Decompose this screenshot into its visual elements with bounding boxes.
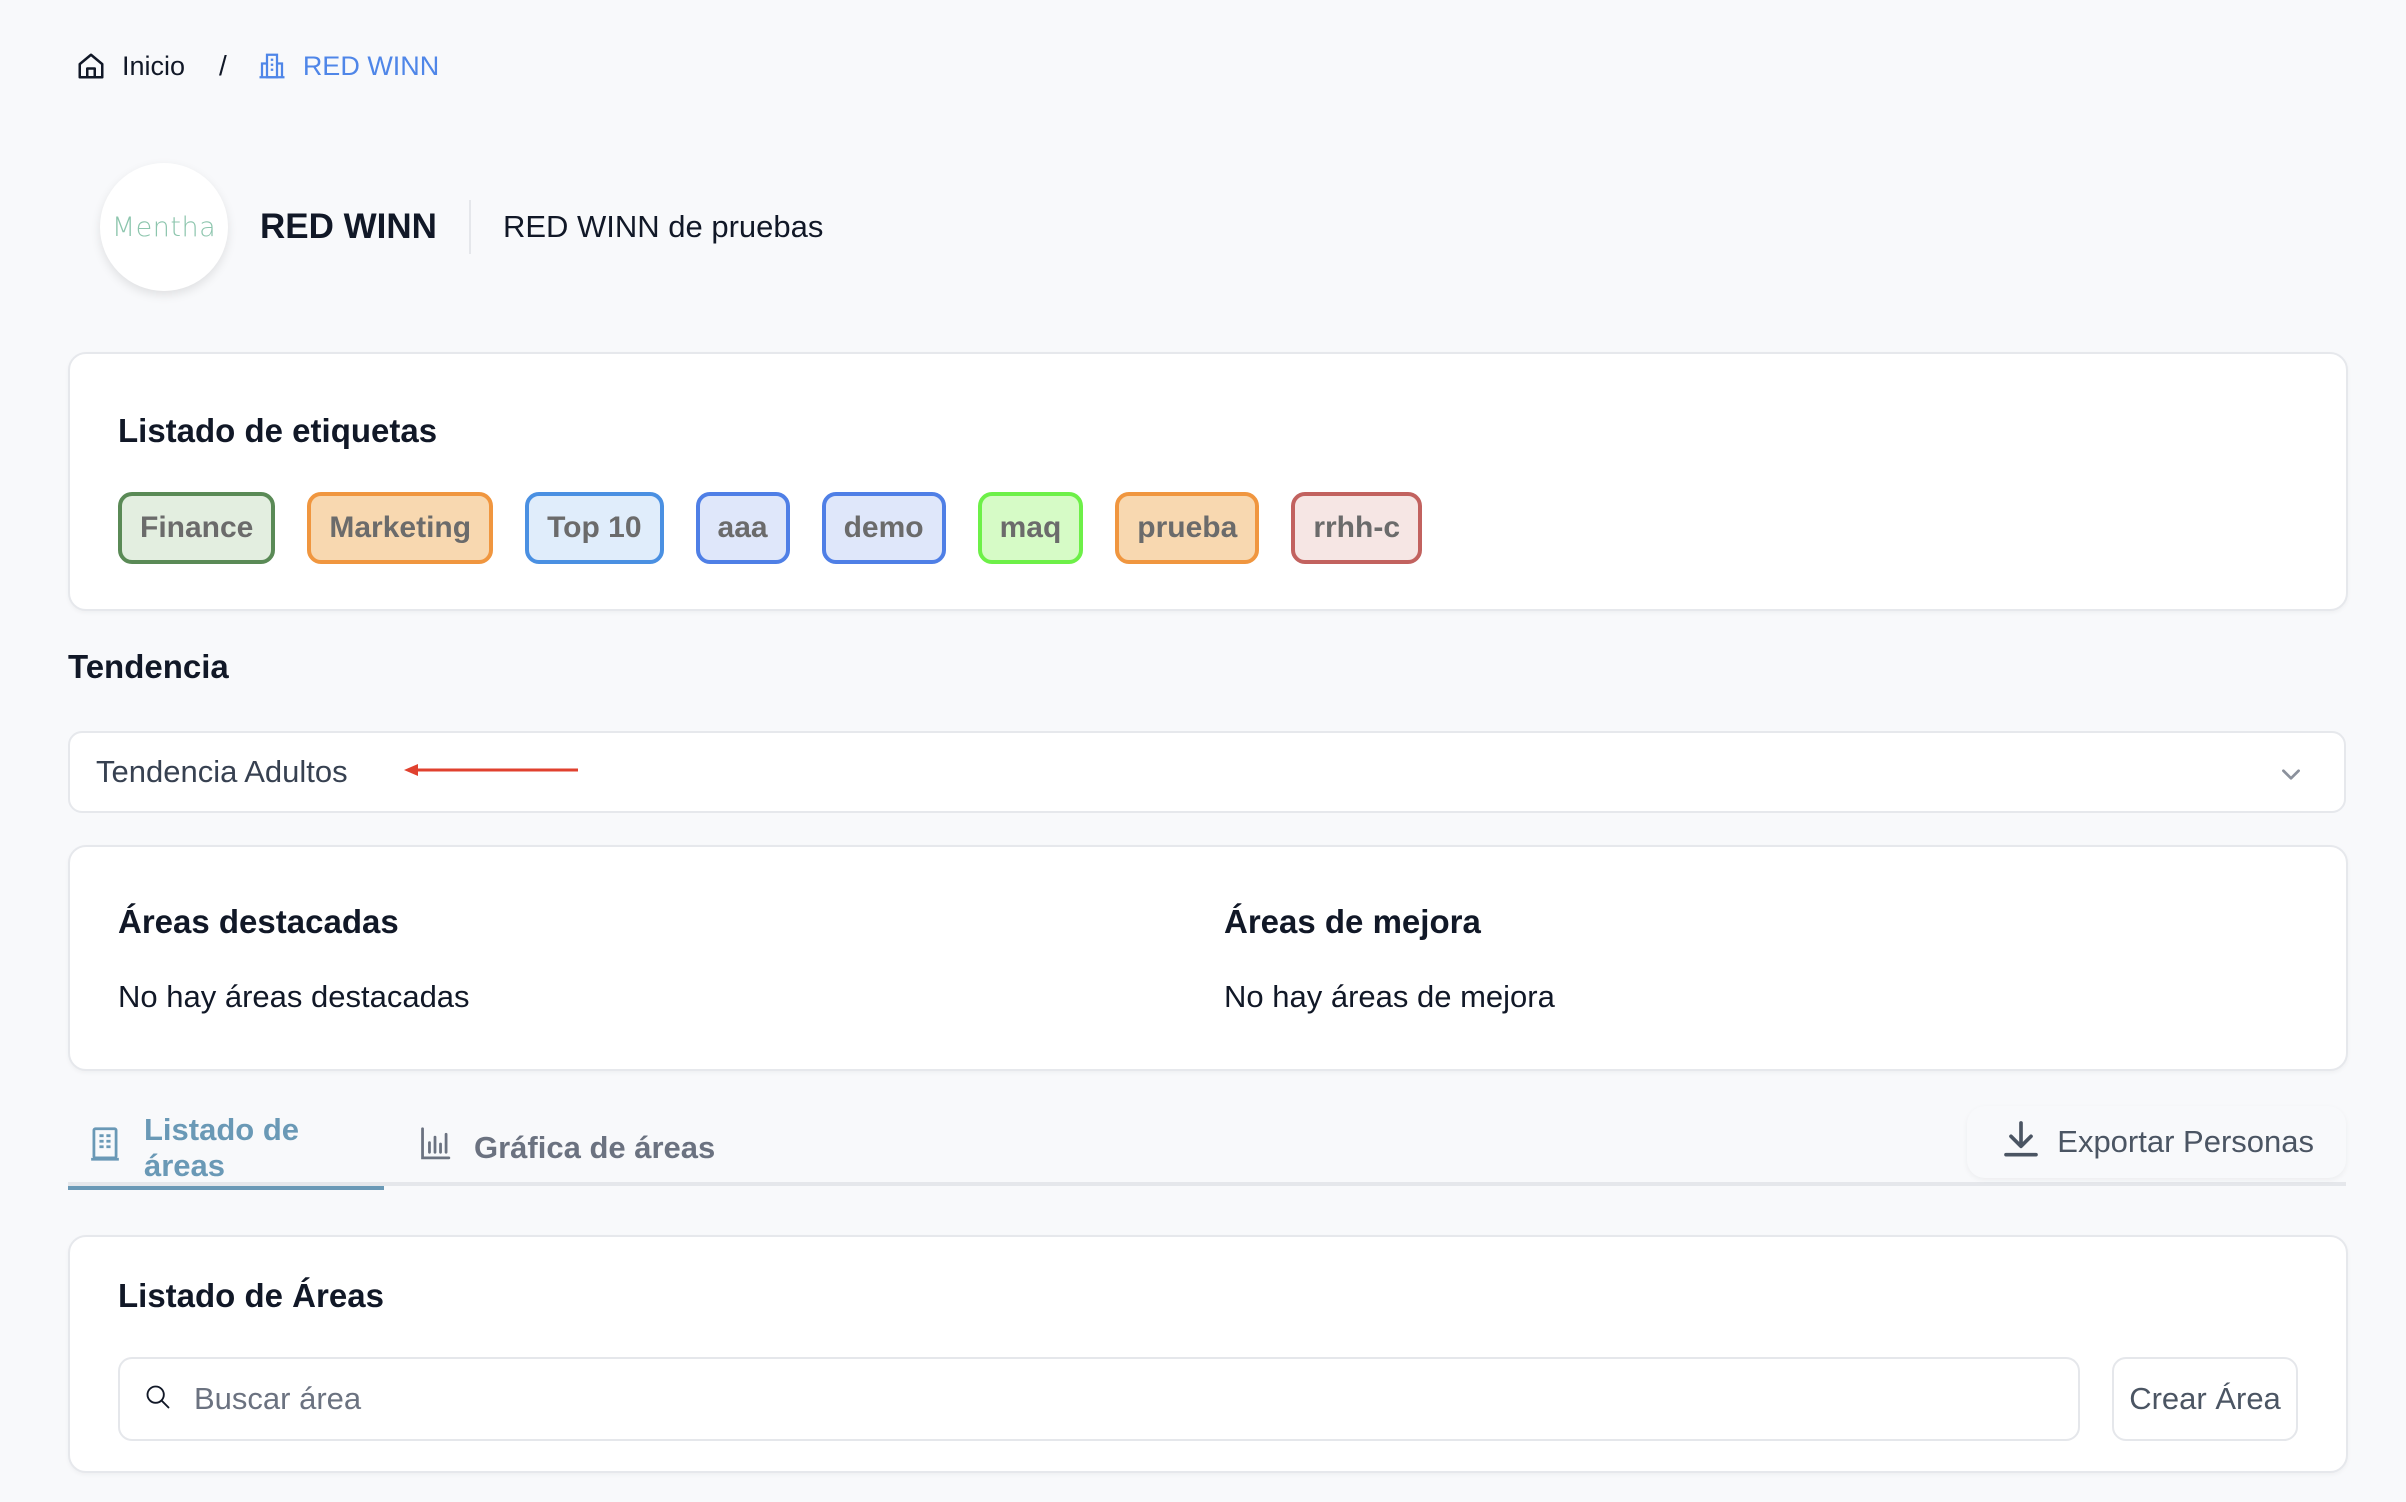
breadcrumb-current-link[interactable]: RED WINN bbox=[257, 50, 440, 82]
breadcrumb-home-link[interactable]: Inicio bbox=[76, 51, 185, 82]
tag-chip[interactable]: demo bbox=[821, 492, 946, 564]
tab-areas-chart[interactable]: Gráfica de áreas bbox=[418, 1110, 715, 1186]
annotation-arrow-icon bbox=[403, 762, 580, 783]
improvement-areas-title: Áreas de mejora bbox=[1224, 903, 1481, 940]
logo-text: Mentha bbox=[111, 211, 217, 243]
trend-heading: Tendencia bbox=[68, 648, 229, 685]
trend-select[interactable]: Tendencia Adultos bbox=[68, 731, 2346, 813]
tag-chip[interactable]: maq bbox=[977, 492, 1084, 564]
areas-list-title: Listado de Áreas bbox=[118, 1277, 384, 1314]
create-area-button[interactable]: Crear Área bbox=[2112, 1357, 2298, 1441]
breadcrumb-separator: / bbox=[219, 50, 227, 81]
export-people-button[interactable]: Exportar Personas bbox=[1967, 1106, 2346, 1178]
tag-chip[interactable]: Marketing bbox=[307, 492, 494, 564]
area-search bbox=[118, 1357, 2080, 1441]
tags-card-title: Listado de etiquetas bbox=[118, 412, 438, 449]
export-people-label: Exportar Personas bbox=[2057, 1124, 2314, 1159]
areas-summary-card: Áreas destacadas No hay áreas destacadas… bbox=[68, 845, 2348, 1071]
tags-list: Finance Marketing Top 10 aaa demo maq prueba rr… bbox=[118, 492, 1423, 564]
breadcrumb-current-label: RED WINN bbox=[302, 50, 440, 81]
area-search-input[interactable] bbox=[194, 1381, 1994, 1417]
tag-chip[interactable]: Top 10 bbox=[525, 492, 664, 564]
highlighted-areas-title: Áreas destacadas bbox=[118, 903, 399, 940]
breadcrumb: Inicio / RED WINN bbox=[76, 46, 439, 86]
highlighted-areas: Áreas destacadas No hay áreas destacadas bbox=[118, 903, 470, 1015]
tag-chip[interactable]: aaa bbox=[695, 492, 790, 564]
download-icon bbox=[2001, 1118, 2041, 1166]
improvement-areas-empty: No hay áreas de mejora bbox=[1224, 979, 1555, 1014]
areas-list-card: Listado de Áreas Crear Área bbox=[68, 1235, 2348, 1473]
tag-chip[interactable]: rrhh-c bbox=[1291, 492, 1423, 564]
organization-name: RED WINN bbox=[260, 207, 437, 246]
organization-header: Mentha RED WINN RED WINN de pruebas bbox=[100, 163, 823, 291]
breadcrumb-home-label: Inicio bbox=[122, 50, 186, 81]
header-divider bbox=[468, 200, 471, 254]
avatar: Mentha bbox=[100, 163, 228, 291]
trend-select-value: Tendencia Adultos bbox=[96, 754, 348, 789]
tags-card: Listado de etiquetas Finance Marketing Top… bbox=[68, 352, 2348, 611]
building-list-icon bbox=[88, 1126, 122, 1170]
tab-areas-chart-label: Gráfica de áreas bbox=[474, 1130, 716, 1165]
organization-description: RED WINN de pruebas bbox=[502, 209, 824, 244]
improvement-areas: Áreas de mejora No hay áreas de mejora bbox=[1224, 903, 1555, 1015]
tab-areas-list-label: Listado de áreas bbox=[144, 1112, 300, 1183]
tab-areas-list[interactable]: Listado de áreas bbox=[68, 1110, 384, 1190]
areas-tabs: Listado de áreas Gráfica de áreas Export… bbox=[68, 1106, 2346, 1190]
search-icon bbox=[144, 1383, 172, 1416]
home-icon bbox=[76, 51, 106, 81]
tag-chip[interactable]: Finance bbox=[118, 492, 276, 564]
highlighted-areas-empty: No hay áreas destacadas bbox=[118, 979, 470, 1014]
tag-chip[interactable]: prueba bbox=[1115, 492, 1260, 564]
building-icon bbox=[257, 51, 287, 81]
chevron-down-icon bbox=[2278, 761, 2304, 792]
bar-chart-icon bbox=[418, 1126, 452, 1170]
